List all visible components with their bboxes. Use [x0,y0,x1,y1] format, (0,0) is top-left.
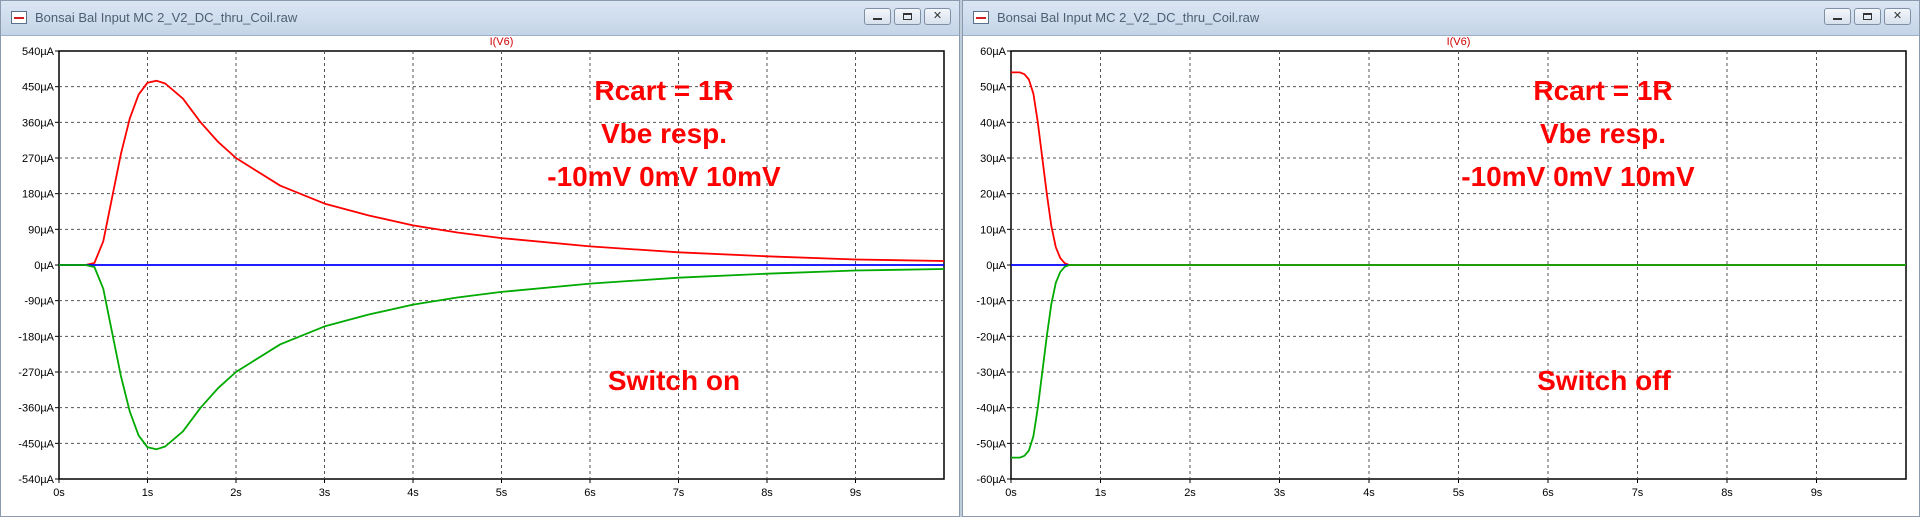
minimize-icon [1833,18,1842,20]
maximize-icon [1863,13,1872,20]
waveform-plot-right[interactable]: I(V6) 0s 1s 2s 3s 4s 5s 6s 7s 8s 9s 60µA 50µA 40µA 30µ… [963,35,1919,516]
y-tick-label: 10µA [980,224,1007,236]
x-tick-label: 1s [142,487,154,499]
waveform-app-icon [11,11,27,24]
x-tick-label: 6s [584,487,596,499]
x-tick-label: 9s [850,487,862,499]
annotation-text: Rcart = 1R [594,75,733,106]
y-tick-label: -540µA [18,474,54,486]
waveform-app-icon [973,11,989,24]
waveform-plot-left[interactable]: I(V6) 0s 1s 2s 3s 4s 5s 6s 7s 8s 9s 540µA 450µA 360µA… [1,35,959,516]
x-tick-label: 9s [1811,487,1823,499]
x-tick-label: 2s [230,487,242,499]
y-tick-label: -30µA [976,367,1006,379]
x-tick-label: 7s [1632,487,1644,499]
annotation-text: Switch on [608,365,740,396]
trace-label: I(V6) [1447,36,1471,48]
plot-window-left: Bonsai Bal Input MC 2_V2_DC_thru_Coil.ra… [0,0,960,517]
minimize-button[interactable] [1824,8,1851,25]
x-tick-label: 3s [1274,487,1286,499]
close-icon: ✕ [932,10,943,22]
annotation-text: Switch off [1537,365,1671,396]
y-tick-label: -20µA [976,331,1006,343]
y-tick-label: -90µA [24,296,54,308]
window-controls: ✕ [1824,8,1911,25]
y-tick-label: 270µA [22,153,55,165]
x-tick-label: 8s [1721,487,1733,499]
y-tick-label: 20µA [980,189,1007,201]
window-title: Bonsai Bal Input MC 2_V2_DC_thru_Coil.ra… [35,10,298,25]
y-tick-label: -50µA [976,438,1006,450]
title-bar[interactable]: Bonsai Bal Input MC 2_V2_DC_thru_Coil.ra… [963,1,1919,36]
y-tick-label: 0µA [986,260,1006,272]
annotation-text: -10mV 0mV 10mV [547,161,781,192]
minimize-icon [873,18,882,20]
y-tick-label: 540µA [22,46,55,58]
x-tick-label: 3s [319,487,331,499]
x-tick-label: 0s [1005,487,1017,499]
y-tick-label: -180µA [18,331,54,343]
annotation-text: -10mV 0mV 10mV [1461,161,1695,192]
y-tick-label: -270µA [18,367,54,379]
y-tick-label: 90µA [28,224,55,236]
x-tick-label: 1s [1095,487,1107,499]
y-tick-label: -450µA [18,438,54,450]
plot-window-right: Bonsai Bal Input MC 2_V2_DC_thru_Coil.ra… [962,0,1920,517]
maximize-icon [903,13,912,20]
y-tick-label: 450µA [22,82,55,94]
y-tick-label: -360µA [18,403,54,415]
close-icon: ✕ [1892,10,1903,22]
y-tick-label: 50µA [980,82,1007,94]
x-tick-label: 6s [1542,487,1554,499]
y-tick-label: -40µA [976,403,1006,415]
window-controls: ✕ [864,8,951,25]
y-tick-label: 360µA [22,117,55,129]
x-tick-label: 4s [1363,487,1375,499]
trace-label: I(V6) [490,36,514,48]
annotation-text: Vbe resp. [601,118,727,149]
y-tick-label: -60µA [976,474,1006,486]
minimize-button[interactable] [864,8,891,25]
x-tick-label: 5s [496,487,508,499]
y-tick-label: -10µA [976,296,1006,308]
close-button[interactable]: ✕ [1884,8,1911,25]
maximize-button[interactable] [1854,8,1881,25]
close-button[interactable]: ✕ [924,8,951,25]
y-tick-label: 40µA [980,117,1007,129]
maximize-button[interactable] [894,8,921,25]
annotation-text: Vbe resp. [1540,118,1666,149]
x-tick-label: 4s [407,487,419,499]
y-tick-label: 60µA [980,46,1007,58]
x-tick-label: 2s [1184,487,1196,499]
annotation-text: Rcart = 1R [1533,75,1672,106]
y-tick-label: 0µA [34,260,54,272]
x-tick-label: 7s [673,487,685,499]
x-tick-label: 5s [1453,487,1465,499]
x-tick-label: 0s [53,487,65,499]
y-tick-label: 30µA [980,153,1007,165]
y-tick-label: 180µA [22,189,55,201]
title-bar[interactable]: Bonsai Bal Input MC 2_V2_DC_thru_Coil.ra… [1,1,959,36]
window-title: Bonsai Bal Input MC 2_V2_DC_thru_Coil.ra… [997,10,1260,25]
x-tick-label: 8s [761,487,773,499]
